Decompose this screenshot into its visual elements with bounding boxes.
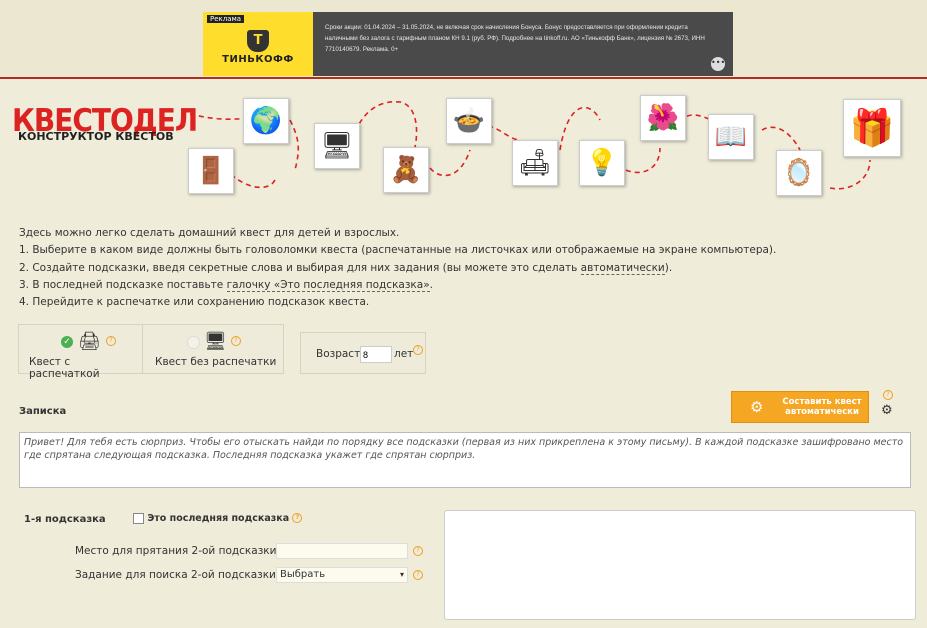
mirror-icon: 🪞 (776, 150, 822, 196)
ad-brand: ТИНЬКОФФ (222, 54, 294, 65)
wardrobe-icon: 🚪 (188, 148, 234, 194)
note-textarea[interactable]: Привет! Для тебя есть сюрприз. Чтобы его… (19, 432, 911, 488)
help-icon[interactable]: ? (413, 345, 423, 355)
task-select[interactable]: Выбрать ▾ (276, 567, 408, 583)
age-input[interactable] (360, 346, 392, 363)
armchair-icon: 🛋 (512, 140, 558, 186)
ad-tag: Реклама (207, 15, 245, 23)
help-icon[interactable]: ? (413, 546, 423, 556)
gift-icon: 🎁 (843, 99, 901, 157)
site-logo-subtitle: КОНСТРУКТОР КВЕСТОВ (18, 130, 174, 143)
mode-noprint-label: Квест без распечатки (155, 356, 277, 368)
settings-gear-icon[interactable]: ⚙ (881, 403, 893, 418)
help-icon[interactable]: ? (883, 390, 893, 400)
ad-banner[interactable]: Реклама Т ТИНЬКОФФ Сроки акции: 01.04.20… (203, 12, 733, 76)
last-hint-checkbox[interactable]: Это последняя подсказка ? (133, 513, 303, 524)
intro-step-2-text: 2. Создайте подсказки, введя секретные с… (19, 261, 581, 274)
tv-icon: 🖥 (314, 123, 360, 169)
checkbox-icon[interactable] (133, 513, 144, 524)
book-icon: 📖 (708, 114, 754, 160)
ad-more-button[interactable]: ••• (711, 57, 725, 71)
age-label: Возраст: (316, 348, 364, 360)
intro-step-3: 3. В последней подсказке поставьте галоч… (19, 277, 776, 294)
auto-link[interactable]: автоматически (580, 261, 665, 275)
hint-preview[interactable] (444, 510, 916, 620)
globe-icon: 🌍 (243, 98, 289, 144)
help-icon[interactable]: ? (106, 336, 116, 346)
header-divider (0, 77, 927, 79)
ad-logo-block[interactable]: Реклама Т ТИНЬКОФФ (203, 12, 313, 76)
tinkoff-logo-icon: Т (247, 30, 269, 52)
flowerpot-icon: 🌺 (640, 95, 686, 141)
radio-icon[interactable] (187, 336, 200, 349)
hint-title: 1-я подсказка (24, 514, 106, 525)
age-box: Возраст: лет ? (300, 332, 426, 374)
lamp-icon: 💡 (579, 140, 625, 186)
note-label: Записка (19, 406, 67, 417)
toybox-icon: 🧸 (383, 147, 429, 193)
intro-line: Здесь можно легко сделать домашний квест… (19, 227, 400, 239)
intro-step-2: 2. Создайте подсказки, введя секретные с… (19, 260, 776, 277)
mode-print-option[interactable]: ✓ 🖨 ? Квест с распечаткой (18, 324, 144, 380)
printer-icon: 🖨 (78, 331, 101, 352)
chevron-down-icon: ▾ (399, 570, 404, 579)
monitor-icon: 🖥 (204, 331, 227, 352)
intro-step-4: 4. Перейдите к распечатке или сохранению… (19, 296, 370, 309)
gears-icon: ⚙ (750, 398, 764, 416)
intro-step-3-end: . (429, 278, 433, 291)
intro-step-1: 1. Выберите в каком виде должны быть гол… (19, 244, 777, 257)
check-icon: ✓ (61, 336, 73, 348)
last-hint-label: Это последняя подсказка (147, 513, 290, 524)
auto-quest-label: Составить квест автоматически (782, 397, 862, 417)
ad-text: Сроки акции: 01.04.2024 – 31.05.2024, не… (325, 24, 705, 53)
mode-noprint-option[interactable]: 🖥 ? Квест без распечатки (142, 324, 284, 374)
help-icon[interactable]: ? (231, 336, 241, 346)
place-label: Место для прятания 2-ой подсказки: (75, 545, 280, 557)
pot-icon: 🍲 (446, 98, 492, 144)
intro-step-2-end: ). (664, 261, 673, 274)
auto-quest-button[interactable]: ⚙ Составить квест автоматически (731, 391, 869, 423)
instructions: Здесь можно легко сделать домашний квест… (19, 225, 776, 311)
intro-step-3-text: 3. В последней подсказке поставьте (19, 278, 227, 291)
age-unit: лет (394, 348, 414, 360)
task-select-value: Выбрать (280, 569, 326, 580)
place-input[interactable] (276, 543, 408, 559)
help-icon[interactable]: ? (413, 570, 423, 580)
task-label: Задание для поиска 2-ой подсказки: (75, 569, 280, 581)
help-icon[interactable]: ? (292, 513, 303, 523)
last-hint-link[interactable]: галочку «Это последняя подсказка» (226, 278, 430, 292)
mode-print-label: Квест с распечаткой (29, 356, 100, 380)
